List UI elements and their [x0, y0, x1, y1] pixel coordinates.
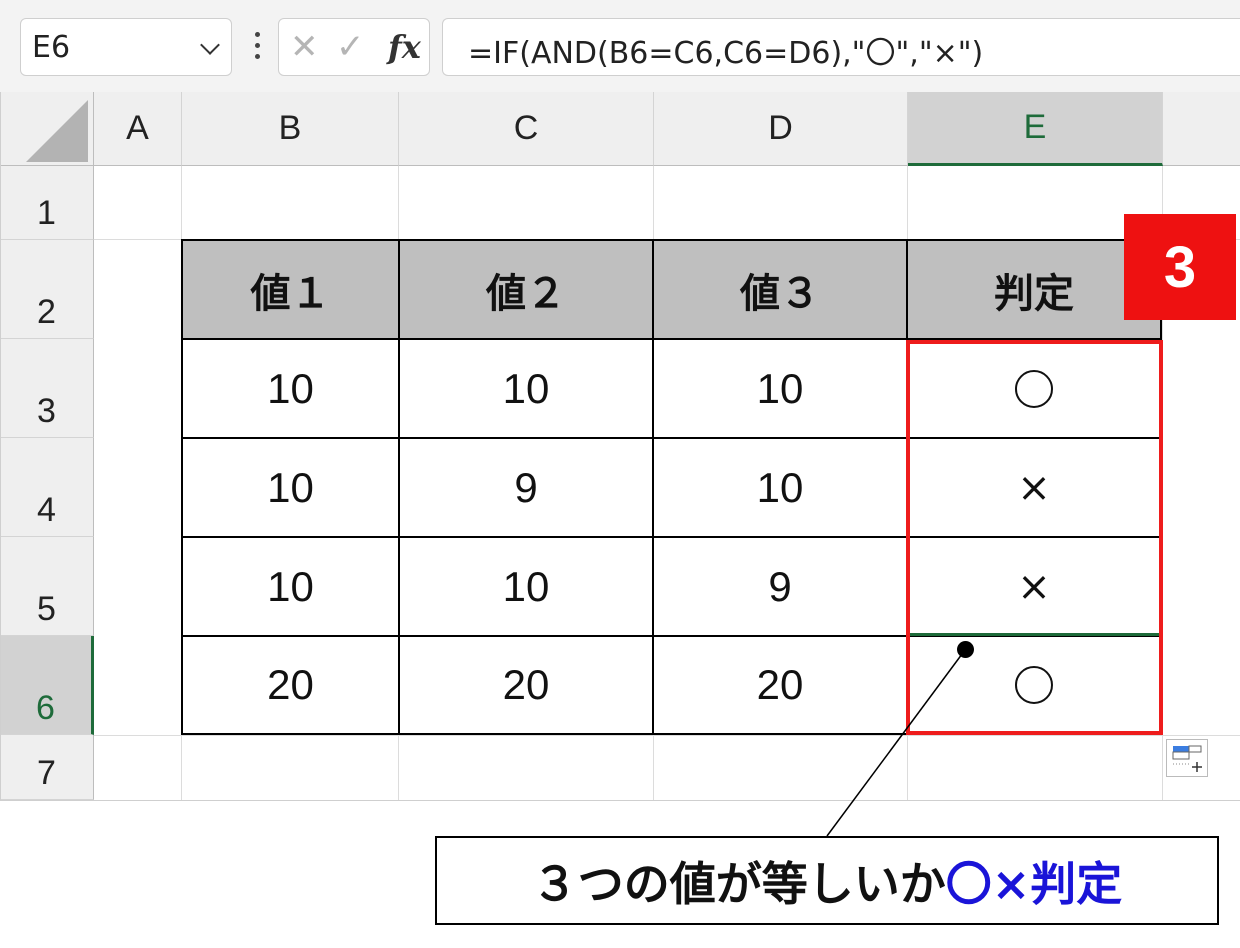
- callout-highlight: 〇×判定: [945, 856, 1123, 911]
- callout-text: ３つの値が等しいか: [531, 856, 946, 911]
- callout-box: ３つの値が等しいか 〇×判定: [435, 836, 1219, 925]
- callout-line: [826, 649, 966, 837]
- callout-dot: [957, 641, 974, 658]
